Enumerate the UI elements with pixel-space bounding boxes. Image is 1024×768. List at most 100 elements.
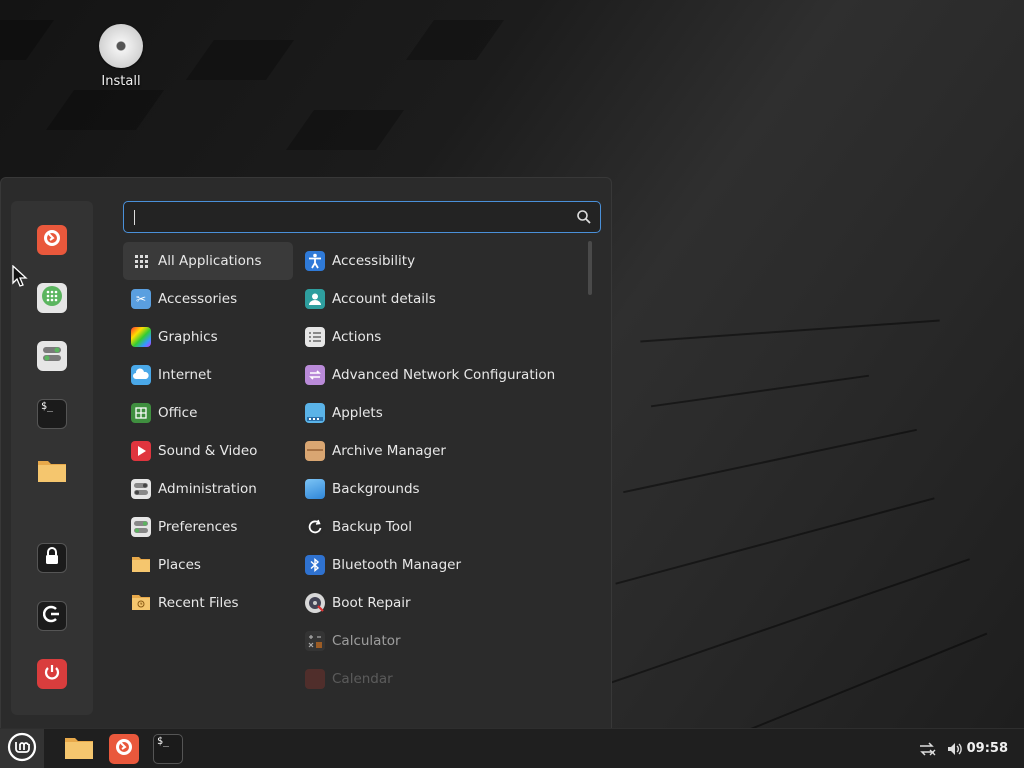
taskbar: $_ 09:58 — [0, 728, 1024, 768]
desktop-icon-label: Install — [101, 74, 141, 89]
app-calendar[interactable]: Calendar — [297, 660, 587, 692]
sidebar-logout-button[interactable] — [37, 601, 67, 631]
app-list-scrollbar[interactable] — [588, 241, 592, 295]
app-calculator[interactable]: Calculator — [297, 622, 587, 660]
category-office[interactable]: Office — [123, 394, 293, 432]
app-actions[interactable]: Actions — [297, 318, 587, 356]
taskbar-files-launcher[interactable] — [64, 734, 94, 764]
mint-logo-icon — [7, 732, 37, 766]
category-sound-video[interactable]: Sound & Video — [123, 432, 293, 470]
app-label: Actions — [332, 329, 382, 345]
folder-icon — [131, 555, 151, 575]
app-advanced-network-configuration[interactable]: Advanced Network Configuration — [297, 356, 587, 394]
folder-icon — [37, 457, 67, 487]
account-icon — [305, 289, 325, 309]
archive-icon — [305, 441, 325, 461]
network-icon — [305, 365, 325, 385]
sidebar-files-button[interactable] — [37, 457, 67, 487]
list-icon — [305, 327, 325, 347]
network-disconnected-icon[interactable] — [918, 740, 936, 758]
category-recent-files[interactable]: Recent Files — [123, 584, 293, 622]
app-label: Applets — [332, 405, 383, 421]
wallpaper-tile — [45, 90, 165, 130]
desktop-icon-install[interactable]: Install — [90, 24, 152, 89]
terminal-icon: $_ — [157, 736, 170, 747]
backup-icon — [305, 517, 325, 537]
app-label: Backup Tool — [332, 519, 412, 535]
power-icon — [43, 663, 61, 685]
category-label: Office — [158, 405, 198, 421]
category-label: Graphics — [158, 329, 218, 345]
app-label: Advanced Network Configuration — [332, 367, 556, 383]
sidebar-terminal-button[interactable]: $_ — [37, 399, 67, 429]
app-archive-manager[interactable]: Archive Manager — [297, 432, 587, 470]
search-input[interactable] — [124, 202, 600, 232]
sidebar-settings-button[interactable] — [37, 341, 67, 371]
palette-icon — [131, 327, 151, 347]
app-boot-repair[interactable]: Boot Repair — [297, 584, 587, 622]
recent-folder-icon — [131, 593, 151, 613]
app-label: Accessibility — [332, 253, 416, 269]
app-accessibility[interactable]: Accessibility — [297, 242, 587, 280]
wallpaper-line — [652, 632, 988, 728]
scissors-icon: ✂ — [131, 289, 151, 309]
wallpaper-tile — [285, 110, 405, 150]
category-label: Recent Files — [158, 595, 239, 611]
app-label: Calculator — [332, 633, 401, 649]
sidebar-software-manager-button[interactable] — [37, 283, 67, 313]
preferences-toggle-icon — [131, 517, 151, 537]
wallpaper-line — [650, 374, 870, 408]
clock[interactable]: 09:58 — [967, 741, 1008, 756]
category-all-applications[interactable]: All Applications — [123, 242, 293, 280]
grid-icon — [131, 251, 151, 271]
mouse-cursor-icon — [12, 264, 30, 287]
search-icon[interactable] — [576, 209, 592, 225]
play-icon — [131, 441, 151, 461]
category-list: All Applications ✂ Accessories Graphics … — [123, 242, 293, 622]
app-label: Boot Repair — [332, 595, 411, 611]
application-list: Accessibility Account details Actions Ad… — [297, 242, 587, 692]
boot-repair-icon — [305, 593, 325, 613]
app-backgrounds[interactable]: Backgrounds — [297, 470, 587, 508]
app-backup-tool[interactable]: Backup Tool — [297, 508, 587, 546]
category-graphics[interactable]: Graphics — [123, 318, 293, 356]
app-account-details[interactable]: Account details — [297, 280, 587, 318]
wallpaper-line — [610, 558, 970, 684]
app-bluetooth-manager[interactable]: Bluetooth Manager — [297, 546, 587, 584]
wallpaper-tile — [185, 40, 295, 80]
calendar-icon — [305, 669, 325, 689]
app-label: Account details — [332, 291, 436, 307]
spreadsheet-icon — [131, 403, 151, 423]
logout-icon — [42, 605, 61, 627]
app-label: Backgrounds — [332, 481, 420, 497]
category-places[interactable]: Places — [123, 546, 293, 584]
sidebar-firefox-button[interactable] — [37, 225, 67, 255]
firefox-icon — [42, 228, 62, 252]
text-caret — [134, 210, 135, 225]
category-label: Places — [158, 557, 201, 573]
wallpaper-line — [640, 319, 940, 343]
bluetooth-icon — [305, 555, 325, 575]
category-administration[interactable]: Administration — [123, 470, 293, 508]
sidebar-lock-screen-button[interactable] — [37, 543, 67, 573]
grid-dots-icon — [41, 285, 63, 311]
taskbar-firefox-launcher[interactable] — [109, 734, 139, 764]
wallpaper-tile — [0, 20, 55, 60]
app-label: Bluetooth Manager — [332, 557, 462, 573]
taskbar-terminal-launcher[interactable]: $_ — [153, 734, 183, 764]
category-label: Preferences — [158, 519, 238, 535]
category-internet[interactable]: Internet — [123, 356, 293, 394]
admin-toggle-icon — [131, 479, 151, 499]
category-label: Sound & Video — [158, 443, 258, 459]
app-label: Calendar — [332, 671, 393, 687]
app-applets[interactable]: Applets — [297, 394, 587, 432]
sidebar-shutdown-button[interactable] — [37, 659, 67, 689]
calculator-icon — [305, 631, 325, 651]
wallpaper-line — [623, 428, 917, 494]
cloud-icon — [131, 365, 151, 385]
start-menu-button[interactable] — [0, 729, 44, 768]
category-accessories[interactable]: ✂ Accessories — [123, 280, 293, 318]
terminal-icon: $_ — [41, 401, 54, 412]
volume-icon[interactable] — [946, 740, 964, 758]
category-preferences[interactable]: Preferences — [123, 508, 293, 546]
